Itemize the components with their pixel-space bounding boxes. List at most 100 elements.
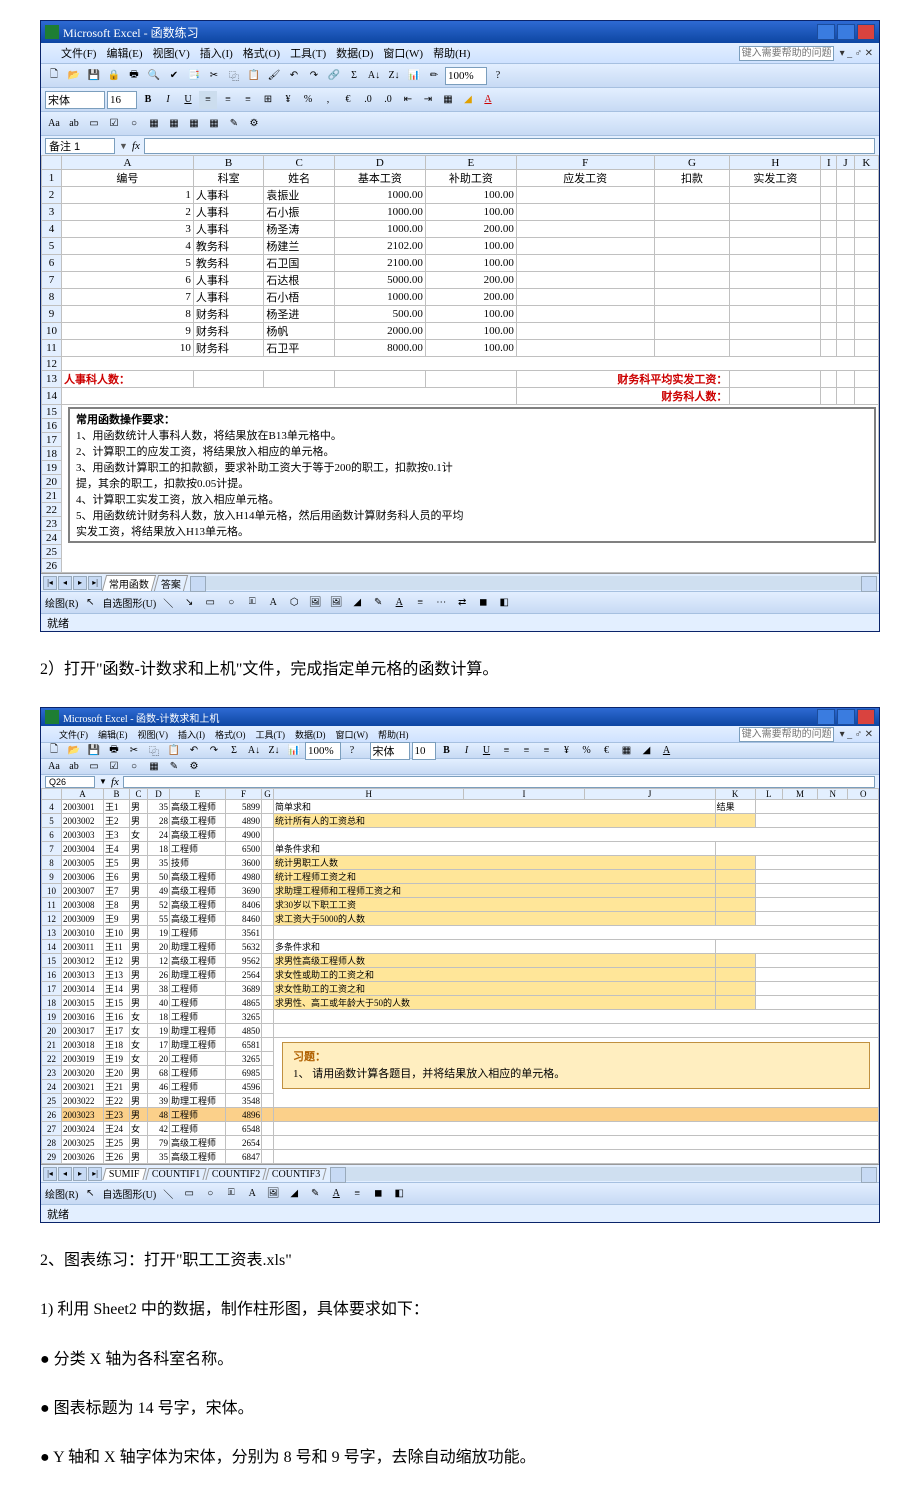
redo-icon[interactable]: ↷ [305,67,323,85]
row-header[interactable]: 12 [42,912,62,926]
cell[interactable] [262,870,274,884]
row-header[interactable]: 3 [42,204,62,221]
select-all-corner[interactable] [42,789,62,800]
align-center-icon[interactable]: ≡ [219,91,237,109]
cell[interactable]: 姓名 [264,170,335,187]
row-header[interactable]: 20 [42,1024,62,1038]
menu-file[interactable]: 文件(F) [57,45,100,61]
col-header[interactable]: G [654,156,730,170]
cell[interactable]: 6581 [226,1038,262,1052]
cell[interactable]: 1000.00 [334,221,425,238]
cell[interactable] [274,926,879,940]
cell[interactable]: 王26 [104,1150,130,1164]
row-header[interactable]: 5 [42,814,62,828]
cell[interactable]: 2003013 [62,968,104,982]
cell[interactable]: 男 [130,912,148,926]
cell[interactable]: 高级工程师 [170,884,226,898]
font-name-input[interactable]: 宋体 [45,91,105,109]
cell[interactable]: 2003009 [62,912,104,926]
copy-icon[interactable]: ⿻ [225,67,243,85]
row-header[interactable]: 22 [42,1052,62,1066]
cell[interactable]: 男 [130,800,148,814]
oval-icon[interactable]: ○ [222,594,240,612]
col-header[interactable]: K [854,156,878,170]
help-icon[interactable]: ? [343,742,361,760]
italic-icon[interactable]: I [159,91,177,109]
cell[interactable]: 王12 [104,954,130,968]
col-header[interactable]: E [425,156,516,170]
cell-answer[interactable] [715,856,755,870]
cell[interactable]: 教务科 [193,255,264,272]
textbox-icon[interactable]: 🗉 [243,594,261,612]
select-all-corner[interactable] [42,156,62,170]
row-header[interactable]: 5 [42,238,62,255]
tool-icon[interactable]: ☑ [105,758,123,776]
cell[interactable] [262,968,274,982]
col-header[interactable]: B [104,789,130,800]
col-header[interactable]: N [818,789,848,800]
tool-icon[interactable]: ✎ [225,115,243,133]
cell[interactable]: 50 [148,870,170,884]
cell[interactable] [262,884,274,898]
cell[interactable] [274,1136,879,1150]
cell[interactable]: 20 [148,940,170,954]
cell[interactable]: 高级工程师 [170,1150,226,1164]
cell[interactable] [854,289,878,306]
menu-help[interactable]: 帮助(H) [429,45,474,61]
row-header[interactable]: 9 [42,870,62,884]
cell-question[interactable]: 求30岁以下职工工资 [274,898,716,912]
tool-icon[interactable]: ⚙ [185,758,203,776]
cell[interactable]: 8 [62,306,194,323]
row-header[interactable]: 1 [42,170,62,187]
zoom-input[interactable]: 100% [305,742,341,760]
cell[interactable] [821,340,837,357]
cell[interactable]: 男 [130,814,148,828]
cell-question[interactable]: 统计男职工人数 [274,856,716,870]
cell[interactable]: 助理工程师 [170,1024,226,1038]
cell[interactable]: 扣款 [654,170,730,187]
shadow-icon[interactable]: ◼ [474,594,492,612]
underline-icon[interactable]: U [478,742,496,760]
menu-format[interactable]: 格式(O) [239,45,284,61]
cell-question[interactable]: 求助理工程师和工程师工资之和 [274,884,716,898]
cell[interactable]: 王4 [104,842,130,856]
cell[interactable]: 高级工程师 [170,870,226,884]
cell[interactable] [755,800,878,814]
borders-icon[interactable]: ▦ [439,91,457,109]
cell[interactable]: 2003014 [62,982,104,996]
col-header[interactable]: H [274,789,464,800]
align-left-icon[interactable]: ≡ [199,91,217,109]
cell-question[interactable]: 求男性、高工或年龄大于50的人数 [274,996,716,1010]
cell[interactable]: 应发工资 [516,170,654,187]
cell-label[interactable]: 财务科人数： [516,388,730,405]
cell[interactable] [755,870,878,884]
autoshapes-menu[interactable]: 自选图形(U) [102,1186,156,1201]
cell[interactable] [262,828,274,842]
cell[interactable]: 王7 [104,884,130,898]
cell[interactable]: 7 [62,289,194,306]
cell[interactable] [837,340,854,357]
row-header[interactable]: 7 [42,272,62,289]
menu-window[interactable]: 窗口(W) [379,45,427,61]
cell[interactable] [854,371,878,388]
menu-edit[interactable]: 编辑(E) [102,45,146,61]
cell[interactable]: 35 [148,1150,170,1164]
row-header[interactable]: 18 [42,447,62,461]
fill-color-icon[interactable]: ◢ [348,594,366,612]
cell[interactable]: 2003025 [62,1136,104,1150]
cell[interactable]: 助理工程师 [170,940,226,954]
cell[interactable]: 100.00 [425,323,516,340]
cell[interactable]: 2003015 [62,996,104,1010]
cell[interactable] [274,1108,879,1122]
line-style-icon[interactable]: ≡ [411,594,429,612]
cell[interactable]: 工程师 [170,1108,226,1122]
tool-icon[interactable]: ☑ [105,115,123,133]
cell[interactable] [730,221,821,238]
col-header[interactable]: I [821,156,837,170]
cell[interactable] [755,996,878,1010]
tool-icon[interactable]: Aa [45,758,63,776]
cell[interactable] [730,323,821,340]
cell[interactable]: 王15 [104,996,130,1010]
cell[interactable] [755,968,878,982]
fx-icon[interactable]: fx [128,140,144,152]
